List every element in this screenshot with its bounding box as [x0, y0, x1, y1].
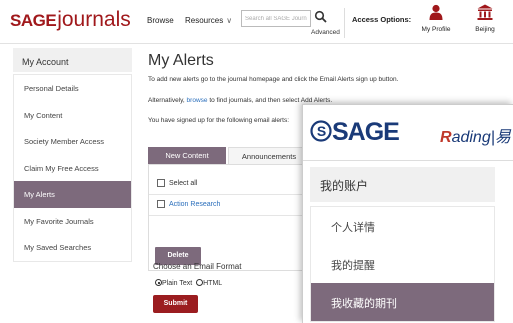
- reading-logo-rest: ading: [451, 129, 491, 146]
- tab-announcements[interactable]: Announcements: [228, 147, 310, 164]
- reading-logo: Rading|易: [440, 123, 511, 147]
- institution-icon: [477, 4, 493, 20]
- chinese-page-overlay: S SAGE Rading|易 我的账户 个人详情 我的提醒 我收藏的期刊: [302, 104, 513, 323]
- alert-item-checkbox[interactable]: [157, 200, 165, 208]
- select-all-label: Select all: [169, 180, 198, 187]
- sage-logo-text: SAGE: [332, 118, 400, 146]
- email-format-options: Plain Text HTML: [155, 279, 222, 287]
- search-input[interactable]: [241, 10, 311, 27]
- advanced-search-link[interactable]: Advanced: [311, 29, 340, 36]
- page-title: My Alerts: [148, 52, 214, 69]
- select-all-checkbox[interactable]: [157, 179, 165, 187]
- line2-suffix: to find journals, and then select Add Al…: [209, 97, 333, 104]
- sage-journals-logo[interactable]: SAGEjournals: [10, 8, 131, 32]
- instructions-line-3: You have signed up for the following ema…: [148, 117, 290, 124]
- line2-prefix: Alternatively,: [148, 97, 185, 104]
- overlay-item-personal-details[interactable]: 个人详情: [311, 207, 494, 245]
- overlay-account-sidebar: 我的账户 个人详情 我的提醒 我收藏的期刊: [310, 167, 495, 322]
- panel-divider: [149, 194, 309, 195]
- nav-resources-label: Resources: [185, 16, 224, 25]
- sidebar-item-my-content[interactable]: My Content: [14, 102, 131, 129]
- submit-button[interactable]: Submit: [153, 295, 198, 313]
- logo-journals-text: journals: [57, 8, 131, 31]
- my-profile-label: My Profile: [421, 26, 451, 33]
- overlay-item-favorite-journals[interactable]: 我收藏的期刊: [311, 283, 494, 321]
- sage-logo[interactable]: S SAGE: [310, 118, 400, 147]
- nav-resources-menu[interactable]: Resources ∨: [185, 16, 232, 25]
- access-options-label: Access Options:: [352, 15, 412, 24]
- svg-text:S: S: [317, 123, 326, 139]
- sidebar-item-favorite-journals[interactable]: My Favorite Journals: [14, 208, 131, 235]
- email-format-title: Choose an Email Format: [153, 262, 242, 271]
- sidebar-item-society-member-access[interactable]: Society Member Access: [14, 128, 131, 155]
- account-sidebar: My Account Personal Details My Content S…: [13, 48, 132, 262]
- sidebar-menu: Personal Details My Content Society Memb…: [13, 74, 132, 262]
- overlay-item-my-alerts[interactable]: 我的提醒: [311, 245, 494, 283]
- html-label: HTML: [203, 280, 223, 287]
- reading-logo-r: R: [440, 129, 452, 146]
- sidebar-item-claim-free-access[interactable]: Claim My Free Access: [14, 155, 131, 182]
- overlay-header-divider: [303, 160, 513, 161]
- sidebar-item-personal-details[interactable]: Personal Details: [14, 75, 131, 102]
- site-header: SAGEjournals Browse Resources∨ Advanced …: [0, 0, 513, 44]
- overlay-sidebar-heading: 我的账户: [310, 167, 495, 202]
- logo-sage-text: SAGE: [10, 11, 57, 30]
- plain-text-label: Plain Text: [162, 280, 193, 287]
- alert-item-link[interactable]: Action Research: [169, 201, 220, 208]
- sidebar-item-my-alerts[interactable]: My Alerts: [14, 181, 131, 208]
- instructions-line-2: Alternatively, browse to find journals, …: [148, 97, 332, 104]
- search-icon[interactable]: [314, 10, 328, 24]
- tab-new-content[interactable]: New Content: [148, 147, 226, 164]
- panel-divider: [149, 215, 309, 216]
- my-profile-button[interactable]: My Profile: [419, 4, 453, 33]
- institution-label: Beijing: [475, 26, 495, 33]
- plain-text-radio[interactable]: [155, 279, 162, 286]
- alerts-panel: Select all Action Research Delete: [148, 164, 310, 271]
- user-icon: [429, 4, 443, 20]
- institution-button[interactable]: Beijing: [468, 4, 502, 33]
- browse-link[interactable]: browse: [187, 97, 208, 104]
- sidebar-item-saved-searches[interactable]: My Saved Searches: [14, 234, 131, 261]
- sidebar-heading: My Account: [13, 48, 132, 72]
- sage-s-logo-icon: S: [310, 120, 332, 142]
- chevron-down-icon: ∨: [226, 16, 233, 25]
- header-divider: [344, 8, 345, 38]
- overlay-sidebar-menu: 个人详情 我的提醒 我收藏的期刊: [310, 206, 495, 322]
- nav-browse-link[interactable]: Browse: [147, 16, 174, 25]
- instructions-line-1: To add new alerts go to the journal home…: [148, 76, 399, 83]
- reading-logo-cn: |易: [490, 129, 511, 146]
